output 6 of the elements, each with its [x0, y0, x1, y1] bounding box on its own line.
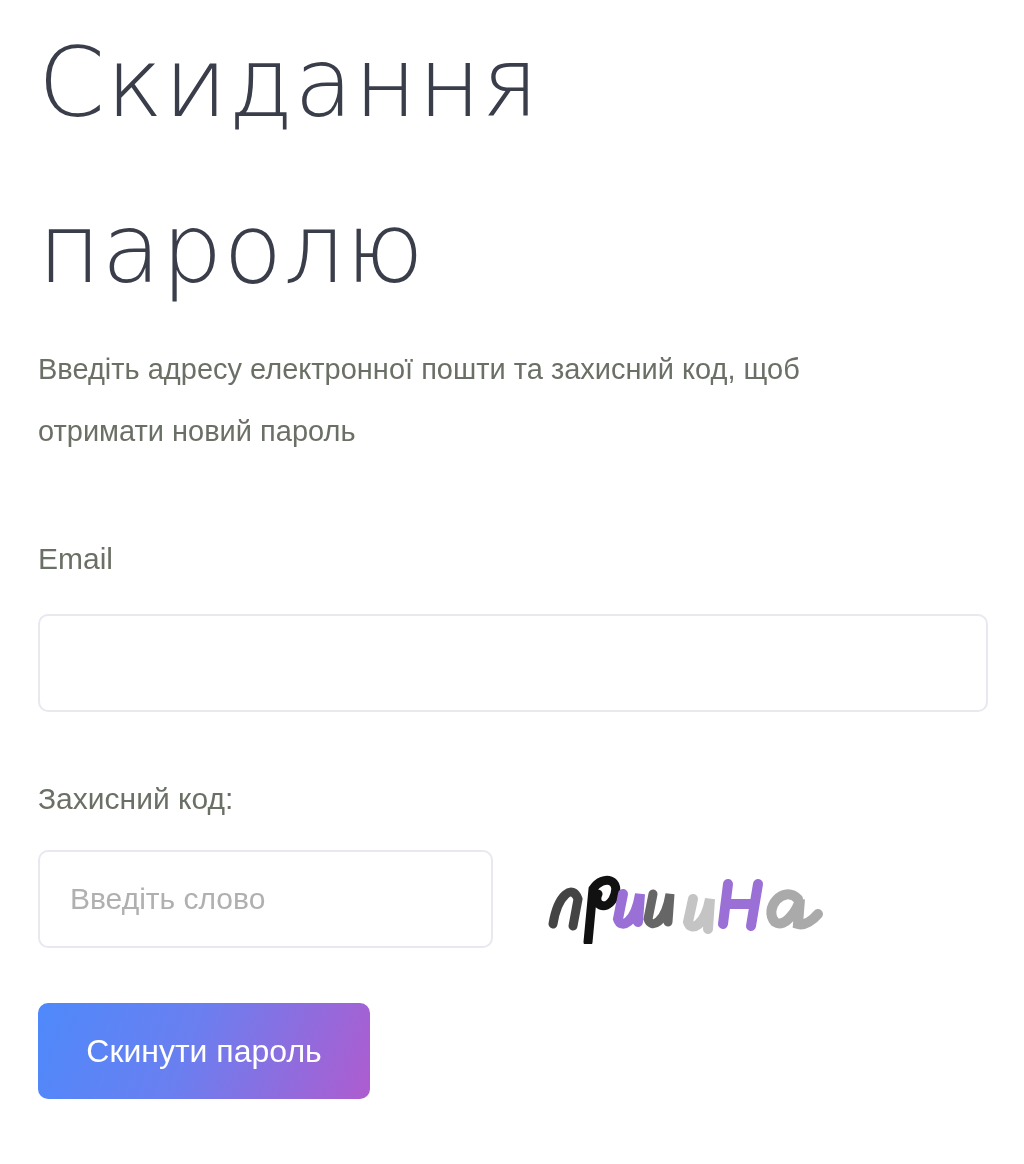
instructions-text: Введіть адресу електронної пошти та захисний код, щоб отримати новий пароль: [38, 352, 801, 449]
field-label: Email: [38, 542, 114, 576]
captcha-field[interactable]: Введіть слово: [38, 850, 493, 948]
page-title: Скидання паролю: [38, 26, 541, 307]
field-label: Захисний код:: [38, 782, 235, 816]
reset-password-button[interactable]: Скинути пароль: [38, 1003, 370, 1099]
